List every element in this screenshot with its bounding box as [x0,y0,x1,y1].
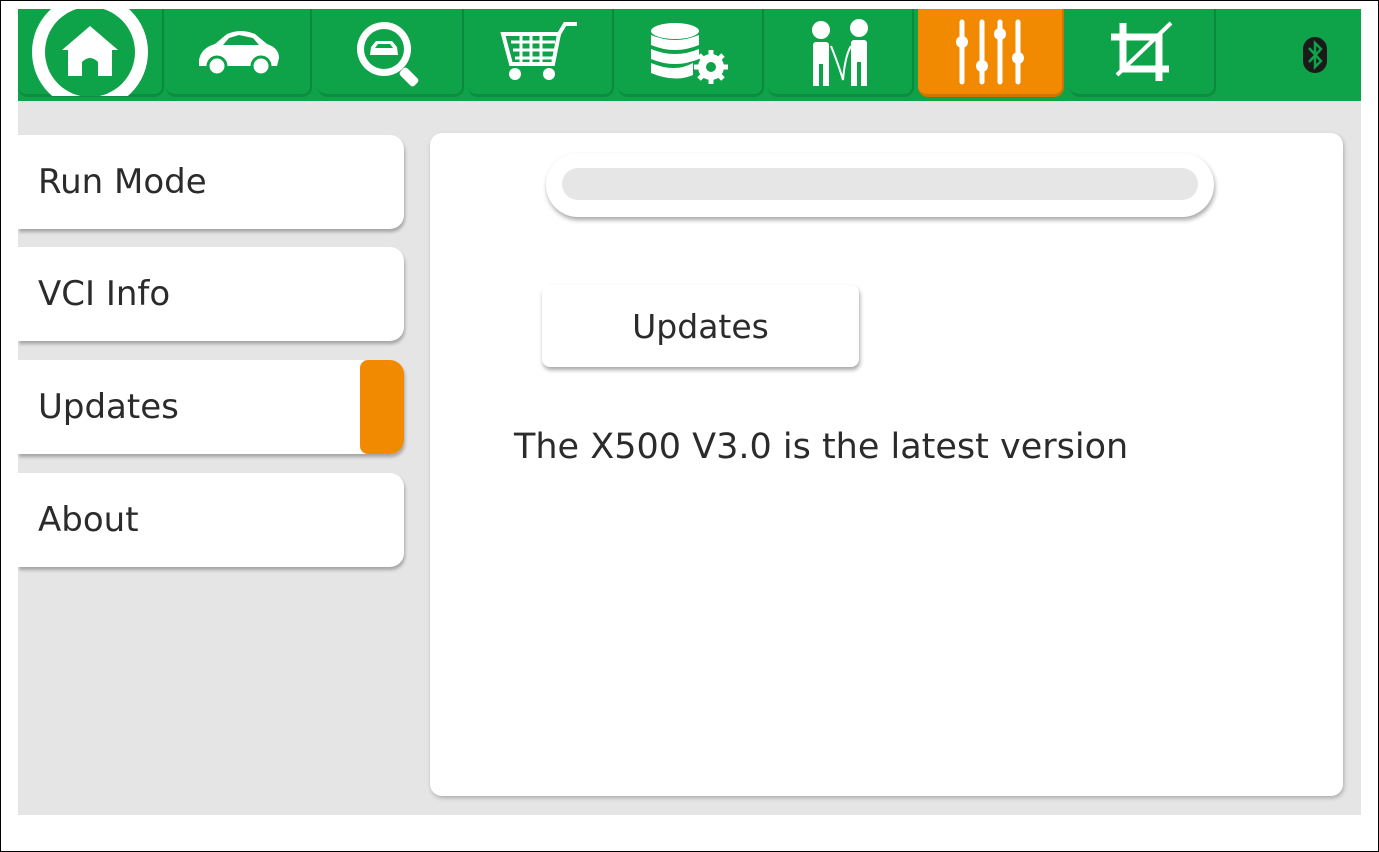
tab-remote-support[interactable] [768,9,914,97]
vehicle-search-icon [357,21,419,86]
tab-vehicle[interactable] [166,9,312,97]
window-frame: Run Mode VCI Info Updates About Updates … [0,0,1379,852]
sliders-icon [956,19,1024,84]
sidebar-item-label: About [38,500,139,540]
status-area [1222,9,1361,101]
tab-vehicle-search[interactable] [318,9,464,97]
content-panel: Updates The X500 V3.0 is the latest vers… [430,133,1343,796]
tab-crop[interactable] [1070,9,1216,97]
people-chat-icon [812,18,868,86]
sidebar-item-vci-info[interactable]: VCI Info [18,247,404,341]
sidebar-item-label: VCI Info [38,274,171,314]
sidebar-item-updates[interactable]: Updates [18,360,404,454]
database-settings-icon [651,22,728,84]
sidebar-item-about[interactable]: About [18,473,404,567]
crop-icon [1111,21,1173,81]
bluetooth-icon [1303,37,1327,73]
selected-indicator [360,360,404,454]
sidebar-item-label: Run Mode [38,162,207,202]
home-icon [32,9,148,96]
progress-track [562,168,1198,200]
update-progress-bar [546,153,1214,217]
tab-shop[interactable] [468,9,614,97]
sidebar-item-run-mode[interactable]: Run Mode [18,135,404,229]
sidebar-item-label: Updates [38,387,179,427]
top-toolbar [18,9,1361,101]
tab-home[interactable] [18,9,164,97]
app-screen: Run Mode VCI Info Updates About Updates … [18,9,1361,815]
updates-button[interactable]: Updates [542,285,859,367]
shopping-cart-icon [500,21,577,80]
car-icon [199,30,279,76]
tab-settings[interactable] [918,9,1064,97]
version-status-text: The X500 V3.0 is the latest version [514,427,1129,467]
tab-data-settings[interactable] [618,9,764,97]
